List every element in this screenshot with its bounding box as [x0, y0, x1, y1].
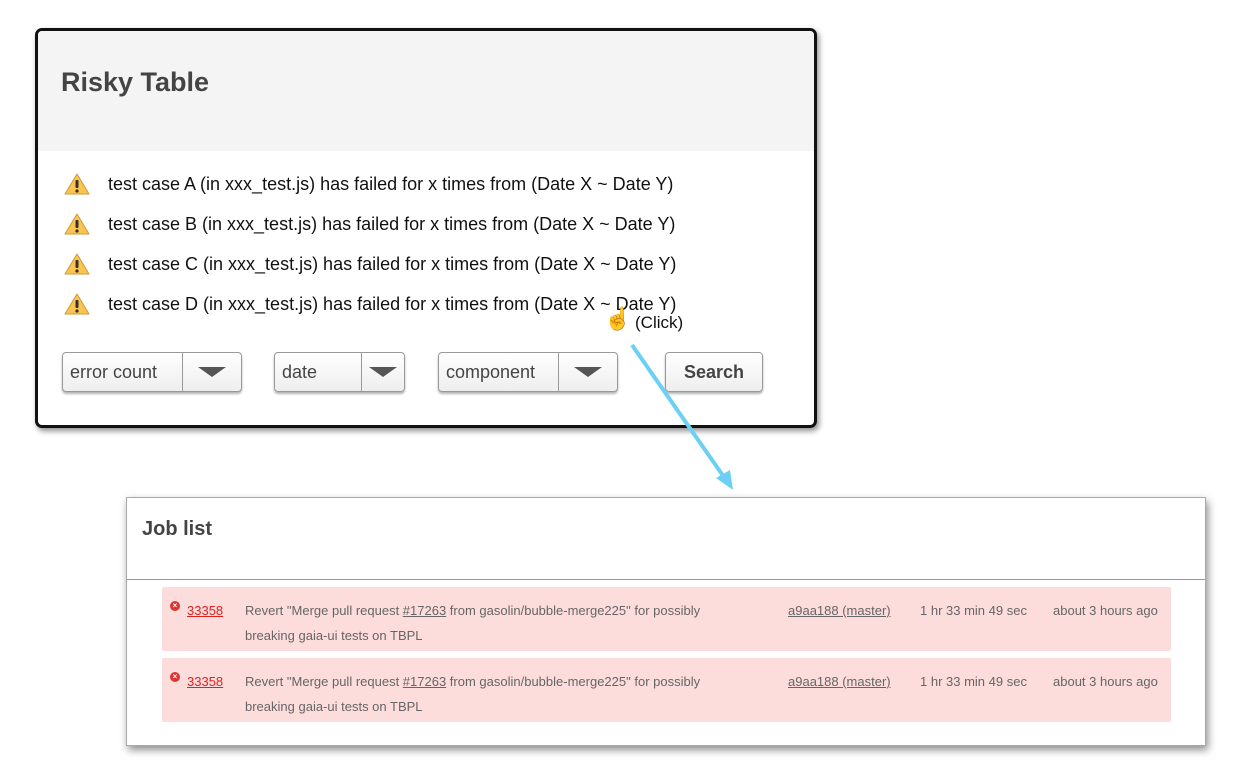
risky-item-text: test case C (in xxx_test.js) has failed … [108, 253, 677, 274]
date-dropdown[interactable]: date [274, 352, 405, 392]
warning-icon [64, 172, 90, 196]
dropdown-label: error count [70, 361, 158, 382]
risky-item[interactable]: test case D (in xxx_test.js) has failed … [64, 289, 676, 319]
message-text: Revert "Merge pull request [245, 603, 403, 618]
error-icon: × [170, 672, 180, 682]
risky-item-text: test case D (in xxx_test.js) has failed … [108, 293, 677, 314]
job-id-link[interactable]: 33358 [187, 669, 223, 694]
panel-title: Job list [142, 518, 213, 540]
message-text: from gasolin/bubble-merge225" for possib… [446, 603, 701, 618]
pull-request-link[interactable]: #17263 [403, 603, 446, 618]
warning-icon [64, 212, 90, 236]
warning-icon [64, 292, 90, 316]
divider [127, 579, 1205, 580]
job-row: × 33358 Revert "Merge pull request #1726… [162, 658, 1171, 722]
job-row: × 33358 Revert "Merge pull request #1726… [162, 587, 1171, 651]
job-time: about 3 hours ago [1053, 674, 1158, 689]
commit-link[interactable]: a9aa188 (master) [788, 598, 891, 623]
chevron-down-icon [182, 353, 241, 391]
message-text: breaking gaia-ui tests on TBPL [245, 628, 423, 643]
message-text: breaking gaia-ui tests on TBPL [245, 699, 423, 714]
job-duration: 1 hr 33 min 49 sec [920, 674, 1027, 689]
chevron-down-icon [361, 353, 404, 391]
job-time: about 3 hours ago [1053, 603, 1158, 618]
risky-item[interactable]: test case C (in xxx_test.js) has failed … [64, 249, 676, 279]
chevron-down-icon [558, 353, 617, 391]
job-message: Revert "Merge pull request #17263 from g… [245, 669, 765, 719]
risky-item[interactable]: test case B (in xxx_test.js) has failed … [64, 209, 675, 239]
message-text: Revert "Merge pull request [245, 674, 403, 689]
dropdown-label: component [446, 361, 536, 382]
dropdown-label: date [282, 361, 318, 382]
error-count-dropdown[interactable]: error count [62, 352, 242, 392]
job-id-link[interactable]: 33358 [187, 598, 223, 623]
commit-link[interactable]: a9aa188 (master) [788, 669, 891, 694]
job-duration: 1 hr 33 min 49 sec [920, 603, 1027, 618]
risky-item-text: test case B (in xxx_test.js) has failed … [108, 213, 676, 234]
warning-icon [64, 252, 90, 276]
job-message: Revert "Merge pull request #17263 from g… [245, 598, 765, 648]
flow-arrow [630, 343, 733, 490]
hand-cursor-icon: ☝ [604, 306, 632, 331]
job-list-panel: Job list × 33358 Revert "Merge pull requ… [126, 497, 1206, 746]
error-icon: × [170, 601, 180, 611]
risky-item-text: test case A (in xxx_test.js) has failed … [108, 173, 674, 194]
risky-item[interactable]: test case A (in xxx_test.js) has failed … [64, 169, 673, 199]
message-text: from gasolin/bubble-merge225" for possib… [446, 674, 701, 689]
component-dropdown[interactable]: component [438, 352, 618, 392]
panel-title: Risky Table [61, 67, 210, 97]
click-annotation: (Click) [635, 313, 684, 332]
pull-request-link[interactable]: #17263 [403, 674, 446, 689]
